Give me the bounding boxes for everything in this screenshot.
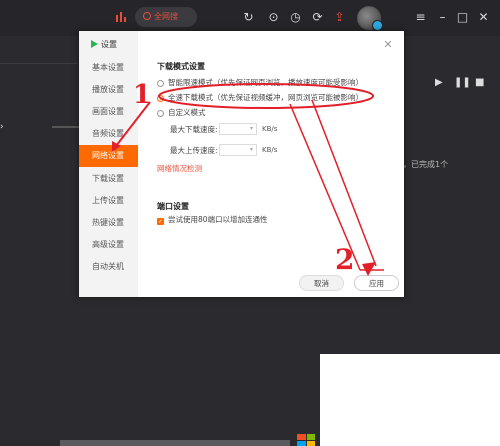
pause-icon[interactable]: ❚❚: [454, 77, 471, 88]
progress-track: [52, 126, 80, 128]
settings-sidebar: 设置 基本设置 播放设置 画面设置 音频设置 网络设置 下载设置 上传设置 热键…: [79, 31, 138, 297]
radio-button[interactable]: [157, 80, 164, 87]
minimize-icon[interactable]: –: [436, 11, 449, 24]
search-icon: [143, 12, 151, 20]
collapse-icon[interactable]: ›: [0, 122, 4, 132]
sidebar-item-network[interactable]: 网络设置: [79, 145, 138, 167]
clock-icon[interactable]: ◷: [289, 11, 302, 24]
radio-label: 智能限速模式（优先保证网页浏览，播放速度可能受影响）: [168, 78, 363, 87]
check-circle-icon[interactable]: ⊙: [267, 11, 280, 24]
star-badge-icon: [372, 20, 383, 31]
upload-unit: KB/s: [262, 146, 278, 154]
settings-dialog: 设置 基本设置 播放设置 画面设置 音频设置 网络设置 下载设置 上传设置 热键…: [79, 31, 404, 297]
download-unit: KB/s: [262, 125, 278, 133]
sidebar-item-picture[interactable]: 画面设置: [79, 101, 138, 123]
checkbox-label: 尝试使用80端口以增加连通性: [168, 215, 268, 224]
checkbox-checked[interactable]: ✓: [157, 218, 164, 225]
maximize-icon[interactable]: □: [456, 11, 469, 24]
max-upload-select[interactable]: ▾: [219, 144, 257, 156]
max-download-select[interactable]: ▾: [219, 123, 257, 135]
divider: [0, 63, 80, 64]
max-download-label: 最大下载速度:: [170, 125, 218, 134]
sidebar-item-audio[interactable]: 音频设置: [79, 123, 138, 145]
sidebar-item-playback[interactable]: 播放设置: [79, 79, 138, 101]
dialog-title: 设置: [91, 39, 131, 51]
radio-custom-mode[interactable]: 自定义模式: [157, 107, 206, 118]
network-check-link[interactable]: 网络情况检测: [157, 163, 202, 174]
close-icon[interactable]: ✕: [477, 11, 490, 24]
radio-full-speed-mode[interactable]: 全速下载模式（优先保证视频缓冲，网页浏览可能被影响）: [157, 92, 363, 103]
apply-button[interactable]: 应用: [354, 275, 399, 291]
app-logo-icon: [91, 40, 98, 48]
radio-label: 自定义模式: [168, 108, 206, 117]
sidebar-item-advanced[interactable]: 高级设置: [79, 234, 138, 256]
annotation-number-1: 1: [133, 80, 152, 110]
cancel-button[interactable]: 取消: [299, 275, 344, 291]
sidebar-item-hotkey[interactable]: 热键设置: [79, 212, 138, 234]
annotation-number-2: 2: [335, 243, 355, 276]
port-settings-title: 端口设置: [157, 202, 189, 211]
play-icon[interactable]: ▶: [435, 77, 443, 88]
download-mode-title: 下载模式设置: [157, 62, 205, 71]
download-status: ，已完成1个: [403, 160, 449, 169]
radio-label: 全速下载模式（优先保证视频缓冲，网页浏览可能被影响）: [168, 93, 363, 102]
chart-icon[interactable]: [115, 11, 127, 22]
sidebar-item-upload[interactable]: 上传设置: [79, 190, 138, 212]
menu-icon[interactable]: ≡: [414, 11, 427, 24]
sidebar-item-auto-shutdown[interactable]: 自动关机: [79, 256, 138, 278]
windows-logo-icon[interactable]: [297, 434, 315, 446]
taskbar-strip: [60, 440, 290, 446]
search-label: 全网搜: [154, 12, 178, 21]
radio-button-selected[interactable]: [157, 95, 164, 102]
port80-option[interactable]: ✓ 尝试使用80端口以增加连通性: [157, 214, 268, 225]
radio-button[interactable]: [157, 110, 164, 117]
refresh-icon[interactable]: ↻: [242, 11, 255, 24]
dialog-close-icon[interactable]: ✕: [383, 39, 393, 50]
blank-panel: [320, 354, 500, 446]
cloud-sync-icon[interactable]: ⟳: [311, 11, 324, 24]
upload-icon[interactable]: ⇪: [333, 11, 346, 24]
stop-icon[interactable]: ■: [475, 77, 484, 88]
sidebar-item-basic[interactable]: 基本设置: [79, 57, 138, 79]
search-button[interactable]: 全网搜: [135, 7, 197, 27]
max-upload-label: 最大上传速度:: [170, 146, 218, 155]
radio-smart-mode[interactable]: 智能限速模式（优先保证网页浏览，播放速度可能受影响）: [157, 77, 363, 88]
sidebar-item-download[interactable]: 下载设置: [79, 168, 138, 190]
